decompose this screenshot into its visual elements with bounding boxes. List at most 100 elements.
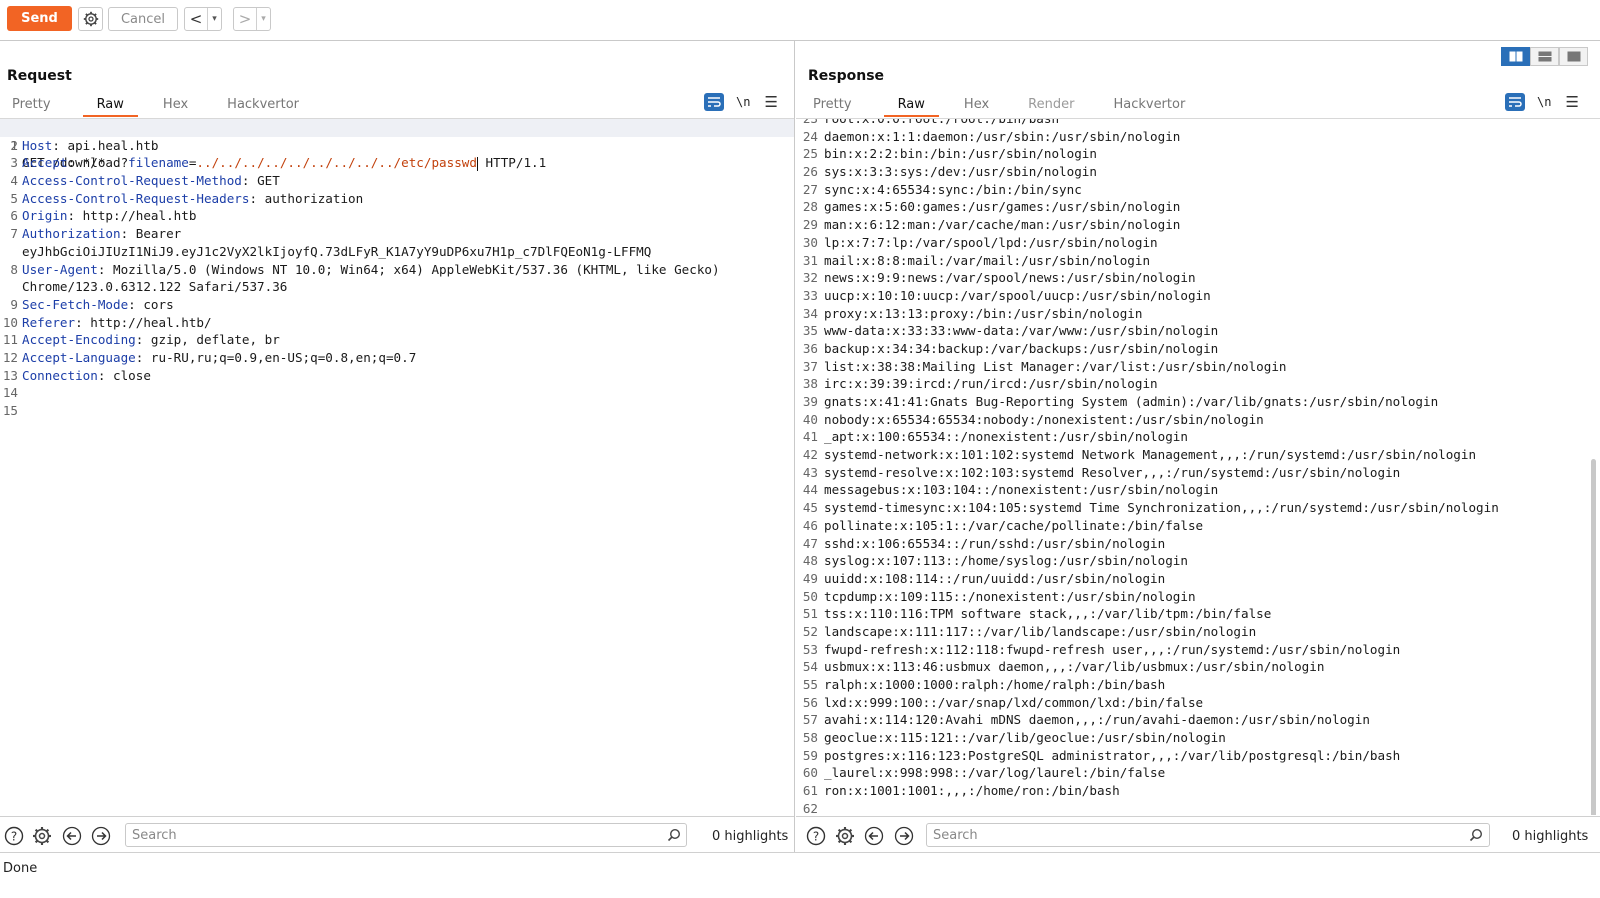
header-value: GET — [249, 173, 280, 189]
layout-split-vertical-button[interactable] — [1530, 47, 1559, 66]
response-search-bar: ? Search 0 highlights — [796, 816, 1600, 853]
request-title: Request — [7, 68, 72, 84]
request-tab-hex[interactable]: Hex — [156, 95, 202, 117]
response-wrap-toggle[interactable] — [1505, 93, 1525, 111]
response-search-input[interactable] — [926, 823, 1490, 847]
request-line: 5 Access-Control-Request-Headers: authori… — [10, 190, 364, 206]
status-text: Done — [3, 861, 38, 876]
header-value: api.heal.htb — [59, 137, 159, 153]
response-line: 53 fwupd-refresh:x:112:118:fwupd-refresh … — [802, 641, 1401, 657]
request-line: 3 Accept: */* — [10, 155, 106, 171]
svg-text:?: ? — [11, 830, 17, 844]
response-tab-pretty[interactable]: Pretty — [806, 95, 866, 117]
layout-split-horizontal-button[interactable] — [1501, 47, 1530, 66]
request-line: 14 — [2, 385, 18, 401]
response-line: 41 _apt:x:100:65534::/nonexistent:/usr/sb… — [802, 429, 1188, 445]
header-value: ru-RU,ru;q=0.9,en-US;q=0.8,en;q=0.7 — [143, 349, 417, 365]
response-tab-hex[interactable]: Hex — [957, 95, 1003, 117]
request-line: 7 Authorization: Bearer — [10, 226, 182, 242]
arrow-left-icon — [62, 826, 82, 846]
response-line: 34 proxy:x:13:13:proxy:/bin:/usr/sbin/nol… — [802, 305, 1143, 321]
gear-icon — [836, 827, 854, 845]
response-tab-render[interactable]: Render — [1021, 95, 1088, 117]
response-line: 58 geoclue:x:115:121::/var/lib/geoclue:/u… — [802, 730, 1226, 746]
layout-tabs-button[interactable] — [1559, 47, 1588, 66]
send-button[interactable]: Send — [7, 6, 72, 31]
response-line: 57 avahi:x:114:120:Avahi mDNS daemon,,,:/… — [802, 712, 1370, 728]
response-tab-hackvertor[interactable]: Hackvertor — [1106, 95, 1199, 117]
response-panel: Response Pretty Raw Hex Render Hackverto… — [796, 41, 1600, 870]
response-line: 24 daemon:x:1:1:daemon:/usr/sbin:/usr/sbi… — [802, 128, 1181, 144]
request-wrap-toggle[interactable] — [704, 93, 724, 111]
request-search-bar: ? Search 0 highlights — [0, 816, 794, 853]
response-line: 40 nobody:x:65534:65534:nobody:/nonexiste… — [802, 411, 1264, 427]
header-value: Bearer — [128, 226, 182, 242]
header-value: Chrome/123.0.6312.122 Safari/537.36 — [22, 279, 288, 295]
history-forward-dropdown[interactable]: ▾ — [256, 8, 270, 30]
response-title: Response — [808, 68, 885, 84]
request-search-prev[interactable] — [61, 825, 83, 847]
response-line: 55 ralph:x:1000:1000:ralph:/home/ralph:/b… — [802, 677, 1166, 692]
svg-text:?: ? — [813, 830, 819, 844]
request-options-menu[interactable]: ☰ — [764, 93, 777, 111]
history-forward-group: > ▾ — [233, 7, 271, 31]
response-newline-toggle[interactable]: \n — [1537, 95, 1551, 109]
request-search-input[interactable] — [125, 823, 687, 847]
request-line: 1 GET /download?filename=../../../../../… — [0, 119, 794, 171]
response-line: 47 sshd:x:106:65534::/run/sshd:/usr/sbin/… — [802, 535, 1166, 551]
response-search-settings[interactable] — [834, 825, 856, 847]
header-name: Access-Control-Request-Headers — [22, 190, 250, 206]
response-line: 37 list:x:38:38:Mailing List Manager:/var… — [802, 358, 1287, 374]
response-tab-raw[interactable]: Raw — [883, 95, 939, 117]
response-line: 50 tcpdump:x:109:115::/nonexistent:/usr/s… — [802, 588, 1196, 604]
help-circle-icon: ? — [4, 826, 24, 846]
request-search-settings[interactable] — [31, 825, 53, 847]
response-line: 31 mail:x:8:8:mail:/var/mail:/usr/sbin/no… — [802, 252, 1151, 268]
word-wrap-icon — [1509, 97, 1522, 107]
response-search-prev[interactable] — [863, 825, 885, 847]
history-back-dropdown[interactable]: ▾ — [207, 8, 221, 30]
request-tab-hackvertor[interactable]: Hackvertor — [220, 95, 313, 117]
header-value: gzip, deflate, br — [143, 332, 280, 348]
request-tab-pretty[interactable]: Pretty — [5, 95, 65, 117]
response-line: 49 uuidd:x:108:114::/run/uuidd:/usr/sbin/… — [802, 570, 1166, 586]
response-line: 44 messagebus:x:103:104::/nonexistent:/us… — [802, 482, 1219, 498]
response-line: 54 usbmux:x:113:46:usbmux daemon,,,:/var/… — [802, 659, 1325, 675]
request-tab-raw[interactable]: Raw — [82, 95, 138, 117]
history-back-group: < ▾ — [184, 7, 222, 31]
cancel-button[interactable]: Cancel — [108, 7, 178, 31]
header-name: Accept — [22, 155, 68, 171]
response-highlights-count: 0 highlights — [1512, 829, 1589, 844]
response-options-menu[interactable]: ☰ — [1565, 93, 1578, 111]
request-line: Chrome/123.0.6312.122 Safari/537.36 — [0, 278, 794, 296]
response-scrollbar[interactable] — [1591, 459, 1596, 815]
history-back-button[interactable]: < — [185, 10, 207, 28]
request-editor[interactable]: 1 GET /download?filename=../../../../../… — [0, 118, 794, 815]
request-help-button[interactable]: ? — [3, 825, 25, 847]
response-line: 33 uucp:x:10:10:uucp:/var/spool/uucp:/usr… — [802, 287, 1211, 303]
response-line: 45 systemd-timesync:x:104:105:systemd Tim… — [802, 500, 1499, 516]
request-line: 12 Accept-Language: ru-RU,ru;q=0.9,en-US;… — [2, 349, 417, 365]
header-value: */* — [75, 155, 106, 171]
rows-layout-icon — [1538, 51, 1551, 62]
response-line: 51 tss:x:110:116:TPM software stack,,,:/v… — [802, 606, 1272, 622]
response-line: 32 news:x:9:9:news:/var/spool/news:/usr/s… — [802, 270, 1196, 286]
settings-button[interactable] — [78, 7, 103, 31]
header-value: close — [105, 367, 151, 383]
history-forward-button[interactable]: > — [234, 10, 256, 28]
header-value: eyJhbGciOiJIUzI1NiJ9.eyJ1c2VyX2lkIjoyfQ.… — [22, 243, 652, 259]
response-search-next[interactable] — [893, 825, 915, 847]
response-line: 52 landscape:x:111:117::/var/lib/landscap… — [802, 623, 1257, 639]
response-tabs: Pretty Raw Hex Render Hackvertor — [806, 95, 1217, 117]
request-newline-toggle[interactable]: \n — [736, 95, 750, 109]
response-help-button[interactable]: ? — [805, 825, 827, 847]
response-line: 25 bin:x:2:2:bin:/bin:/usr/sbin/nologin — [802, 146, 1097, 162]
response-line: 60 _laurel:x:998:998::/var/log/laurel:/bi… — [802, 765, 1166, 781]
response-editor[interactable]: 23 root:x:0:0:root:/root:/bin/bash 24 daemo… — [796, 118, 1600, 815]
header-name: Accept-Language — [22, 349, 136, 365]
request-search-next[interactable] — [90, 825, 112, 847]
request-panel: Request Pretty Raw Hex Hackvertor \n ☰ 1… — [0, 41, 795, 870]
header-name: Authorization — [22, 226, 121, 242]
request-highlights-count: 0 highlights — [712, 829, 789, 844]
gear-icon — [83, 11, 98, 27]
